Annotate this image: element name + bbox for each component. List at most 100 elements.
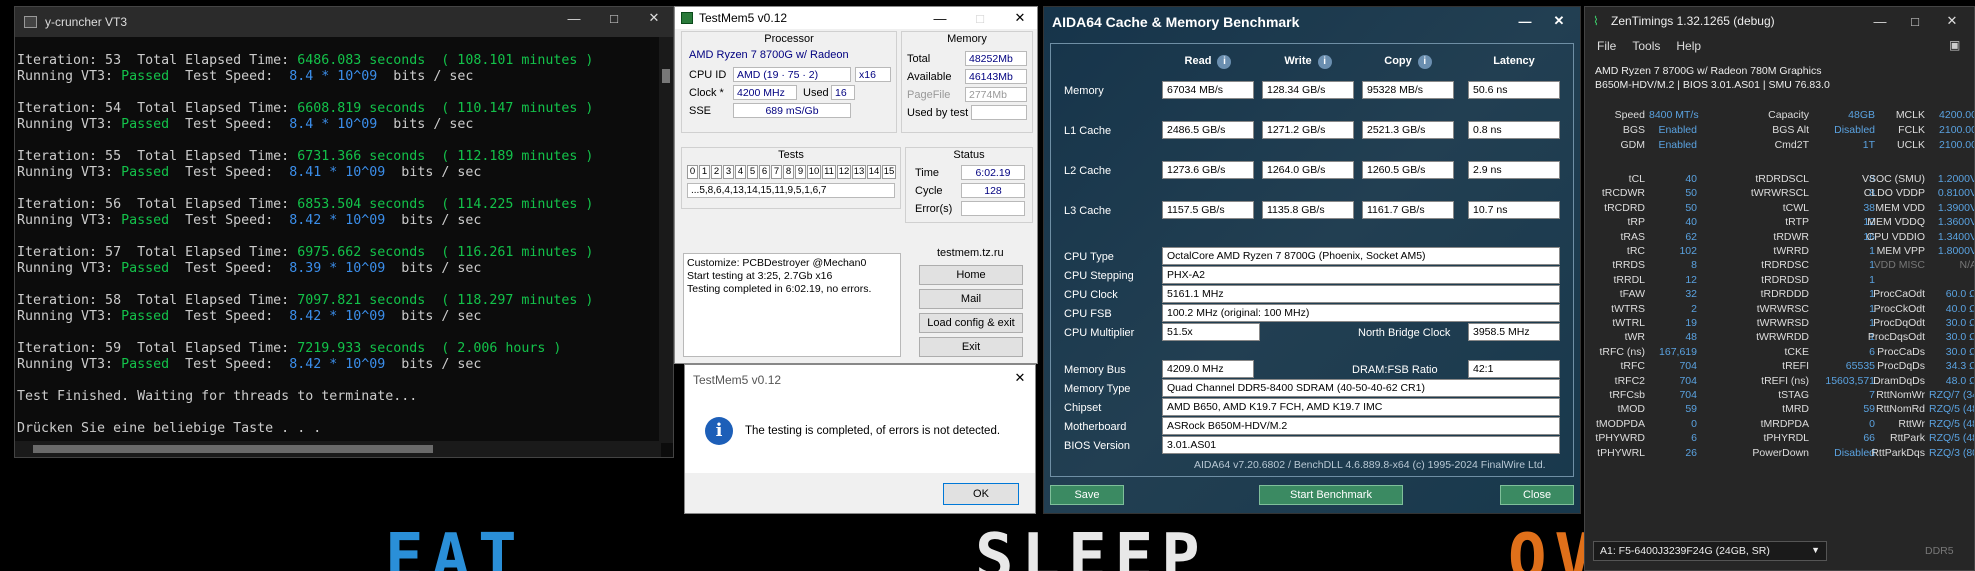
info-icon[interactable]: i [1417, 55, 1432, 69]
cpuid-label: CPU ID [689, 69, 727, 81]
console-titlebar[interactable]: y-cruncher VT3 — □ ✕ [15, 7, 673, 37]
timing-value: 40.0 Ω [1945, 302, 1975, 315]
timing-label: CLDO VDDP [1863, 187, 1925, 200]
timing-label: tWTRL [1612, 317, 1645, 329]
mail-button[interactable]: Mail [919, 289, 1023, 309]
home-button[interactable]: Home [919, 265, 1023, 285]
close-icon[interactable]: ✕ [639, 7, 669, 29]
timing-value: 102 [1679, 245, 1697, 257]
close-icon[interactable]: ✕ [1937, 10, 1967, 32]
timing-value: 48.0 Ω [1945, 374, 1975, 387]
info-icon[interactable]: i [1217, 55, 1232, 69]
zen-titlebar[interactable]: ⌇ ZenTimings 1.32.1265 (debug) — □ ✕ [1585, 7, 1974, 35]
timing-label: tRDRDSC [1761, 259, 1809, 272]
motherboard-label: Motherboard [1064, 421, 1127, 433]
col-header-write: Write i [1262, 55, 1354, 69]
timing-value: RZQ/3 (80) [1929, 446, 1974, 459]
memory-type-field: Quad Channel DDR5-8400 SDRAM (40-50-40-6… [1162, 379, 1560, 397]
camera-icon[interactable]: ▣ [1949, 38, 1960, 52]
timing-label: tMODPDA [1595, 417, 1645, 430]
timing-value: 704 [1679, 374, 1697, 387]
timing-label: tRCDWR [1601, 187, 1645, 200]
timing-label: tRTP [1785, 216, 1809, 229]
ycruncher-console-window[interactable]: y-cruncher VT3 — □ ✕ Iteration: 53 Total… [14, 6, 674, 458]
cycle-label: Cycle [915, 185, 943, 197]
timing-label: tWRWRDD [1756, 331, 1809, 344]
timing-label: tWRRD [1773, 245, 1809, 257]
minimize-icon[interactable]: — [559, 7, 589, 29]
console-horizontal-scrollbar[interactable] [15, 441, 661, 457]
usedby-field [971, 105, 1027, 120]
timing-label: tPHYRDL [1763, 432, 1809, 445]
testmem-completion-dialog[interactable]: TestMem5 v0.12 ✕ i The testing is comple… [684, 364, 1036, 514]
timing-label: tMOD [1617, 403, 1645, 416]
wallpaper-word-2: SLEEP [975, 528, 1208, 571]
zen-menubar: File Tools Help [1597, 39, 1701, 53]
memory-header: Memory [947, 33, 987, 45]
timing-value: 704 [1679, 360, 1697, 373]
timing-value: 0.8100V [1937, 187, 1975, 200]
chipset-field: AMD B650, AMD K19.7 FCH, AMD K19.7 IMC [1162, 398, 1560, 416]
timing-label: tRDRDDD [1760, 288, 1809, 301]
maximize-icon[interactable]: □ [965, 7, 995, 29]
timing-label: tRFC2 [1614, 374, 1645, 387]
timing-label: tRFC (ns) [1599, 345, 1646, 358]
chipset-label: Chipset [1064, 402, 1102, 414]
start-benchmark-button[interactable]: Start Benchmark [1259, 485, 1403, 505]
testmem5-window[interactable]: TestMem5 v0.12 — □ ✕ Processor AMD Ryzen… [674, 6, 1038, 364]
timing-label: tWTRS [1611, 302, 1645, 315]
close-button[interactable]: Close [1500, 485, 1574, 505]
test-number: 2 [711, 165, 722, 179]
info-icon[interactable]: i [1317, 55, 1332, 69]
cpu-fsb-field: 100.2 MHz (original: 100 MHz) [1162, 304, 1560, 322]
dram-ratio-field: 42:1 [1468, 360, 1560, 378]
timing-label: BGS Alt [1772, 124, 1809, 136]
console-output: Iteration: 53 Total Elapsed Time: 6486.0… [17, 53, 594, 436]
maximize-icon[interactable]: □ [599, 7, 629, 29]
aida64-benchmark-window[interactable]: AIDA64 Cache & Memory Benchmark — ✕ Read… [1043, 6, 1581, 514]
testmem-titlebar[interactable]: TestMem5 v0.12 — □ ✕ [675, 7, 1037, 29]
dimm-select[interactable]: A1: F5-6400J3239F24G (24GB, SR) ▼ [1593, 541, 1827, 561]
timing-label: ProcDqsOdt [1867, 331, 1925, 344]
timing-value: 4200.00 [1939, 109, 1975, 121]
dimm-select-value: A1: F5-6400J3239F24G (24GB, SR) [1600, 545, 1770, 557]
timing-label: tRC [1626, 245, 1645, 257]
timing-label: MCLK [1895, 109, 1925, 121]
timing-value: 2100.00 [1939, 124, 1975, 136]
close-icon[interactable]: ✕ [1544, 10, 1574, 32]
console-vertical-scrollbar[interactable] [659, 37, 673, 443]
aida-title: AIDA64 Cache & Memory Benchmark [1052, 14, 1300, 30]
save-button[interactable]: Save [1050, 485, 1124, 505]
load-config-exit-button[interactable]: Load config & exit [919, 313, 1023, 333]
dialog-title: TestMem5 v0.12 [693, 373, 782, 387]
cpu-stepping-field: PHX-A2 [1162, 266, 1560, 284]
used-field: 16 [831, 85, 855, 100]
sse-label: SSE [689, 105, 712, 117]
close-icon[interactable]: ✕ [1005, 7, 1035, 29]
maximize-icon[interactable]: □ [1900, 10, 1930, 32]
minimize-icon[interactable]: — [1510, 10, 1540, 32]
menu-help[interactable]: Help [1676, 39, 1701, 53]
cpu-stepping-label: CPU Stepping [1064, 270, 1134, 282]
errors-field [961, 201, 1025, 216]
exit-button[interactable]: Exit [919, 337, 1023, 357]
timing-value: 1.8000V [1937, 245, 1975, 257]
timing-label: tRFCsb [1609, 389, 1645, 401]
timing-label: ProcDqDs [1877, 360, 1925, 373]
zentimings-window[interactable]: ⌇ ZenTimings 1.32.1265 (debug) — □ ✕ Fil… [1584, 6, 1975, 571]
minimize-icon[interactable]: — [925, 7, 955, 29]
console-title: y-cruncher VT3 [45, 15, 128, 29]
col-header-latency: Latency [1493, 55, 1535, 67]
menu-file[interactable]: File [1597, 39, 1616, 53]
log-line: Testing completed in 6:02.19, no errors. [687, 283, 872, 295]
minimize-icon[interactable]: — [1865, 10, 1895, 32]
timing-label: tWR [1624, 331, 1645, 344]
timing-label: tCWL [1782, 201, 1809, 214]
cpu-type-field: OctalCore AMD Ryzen 7 8700G (Phoenix, So… [1162, 247, 1560, 265]
north-bridge-field: 3958.5 MHz [1468, 323, 1560, 341]
menu-tools[interactable]: Tools [1632, 39, 1660, 53]
close-icon[interactable]: ✕ [1005, 367, 1035, 389]
aida-titlebar[interactable]: AIDA64 Cache & Memory Benchmark — ✕ [1044, 7, 1580, 35]
timing-label: tREFI [1782, 360, 1809, 373]
ok-button[interactable]: OK [943, 483, 1019, 505]
